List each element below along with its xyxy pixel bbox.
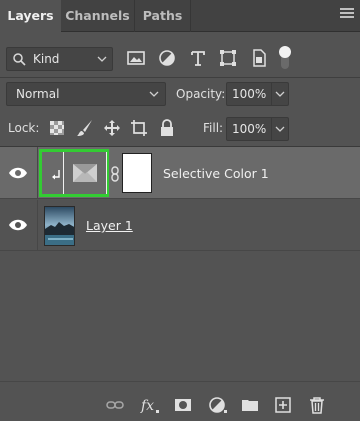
landscape-photo-thumbnail (45, 207, 74, 245)
fill-field[interactable]: 100% (226, 117, 289, 141)
fill-value: 100% (232, 122, 267, 136)
image-filter-icon[interactable] (126, 48, 146, 68)
tab-bar: Layers Channels Paths (0, 0, 360, 33)
opacity-value: 100% (232, 87, 267, 101)
new-group-icon[interactable] (241, 396, 259, 414)
clipping-arrow-icon (52, 170, 60, 180)
chevron-down-icon (97, 56, 107, 62)
lock-position-icon[interactable] (103, 119, 121, 137)
layers-list: Selective Color 1 Layer 1 (0, 146, 360, 381)
smart-object-filter-icon[interactable] (249, 48, 269, 68)
layer-row-selective-color[interactable]: Selective Color 1 (0, 147, 360, 199)
opacity-dropdown[interactable] (271, 83, 288, 105)
adjustment-thumbnail[interactable] (63, 152, 107, 194)
eye-icon[interactable] (8, 166, 28, 180)
add-mask-icon[interactable] (174, 396, 192, 414)
tab-layers[interactable]: Layers (0, 0, 61, 33)
svg-text:fx: fx (140, 398, 154, 414)
panel-footer: fx (0, 381, 360, 421)
blend-mode-select[interactable]: Normal (6, 82, 166, 106)
opacity-label: Opacity: (176, 87, 226, 101)
fill-dropdown[interactable] (271, 118, 288, 140)
opacity-field[interactable]: 100% (226, 82, 289, 106)
lock-image-pixels-icon[interactable] (76, 119, 94, 137)
divider (0, 77, 360, 78)
lock-transparent-pixels-icon[interactable] (48, 119, 66, 137)
chevron-down-icon (275, 126, 285, 132)
delete-icon[interactable] (308, 396, 326, 414)
chevron-down-icon (275, 91, 285, 97)
tab-channels[interactable]: Channels (61, 0, 135, 32)
filter-toggle[interactable] (279, 46, 291, 70)
link-chain-icon[interactable] (110, 166, 120, 182)
lock-all-icon[interactable] (158, 119, 176, 137)
fill-label: Fill: (203, 121, 224, 135)
shape-filter-icon[interactable] (218, 48, 238, 68)
selective-color-icon (73, 164, 97, 182)
layer-name[interactable]: Selective Color 1 (163, 166, 269, 181)
new-adjustment-icon[interactable] (208, 396, 228, 414)
panel-menu-icon[interactable] (340, 8, 354, 20)
layer-thumbnail[interactable] (44, 206, 75, 246)
adjustment-filter-icon[interactable] (157, 48, 177, 68)
new-layer-icon[interactable] (274, 396, 292, 414)
type-filter-icon[interactable] (188, 48, 208, 68)
blend-mode-value: Normal (16, 87, 60, 101)
layer-name[interactable]: Layer 1 (86, 218, 133, 233)
layer-mask-thumbnail[interactable] (122, 153, 152, 193)
adjustment-thumbnail-highlight[interactable] (39, 149, 109, 197)
filter-kind-select[interactable]: Kind (6, 47, 113, 71)
search-icon (13, 53, 26, 66)
lock-label: Lock: (8, 121, 40, 135)
eye-icon[interactable] (8, 218, 28, 232)
link-layers-icon[interactable] (106, 396, 124, 414)
divider (37, 200, 38, 250)
lock-artboard-icon[interactable] (130, 119, 148, 137)
divider (37, 147, 38, 198)
chevron-down-icon (149, 91, 159, 97)
layer-row-layer-1[interactable]: Layer 1 (0, 200, 360, 251)
filter-kind-label: Kind (33, 52, 60, 66)
layers-panel: Layers Channels Paths Kind Normal Opacit… (0, 0, 360, 421)
tab-paths[interactable]: Paths (135, 0, 191, 32)
fx-icon[interactable]: fx (140, 396, 160, 414)
